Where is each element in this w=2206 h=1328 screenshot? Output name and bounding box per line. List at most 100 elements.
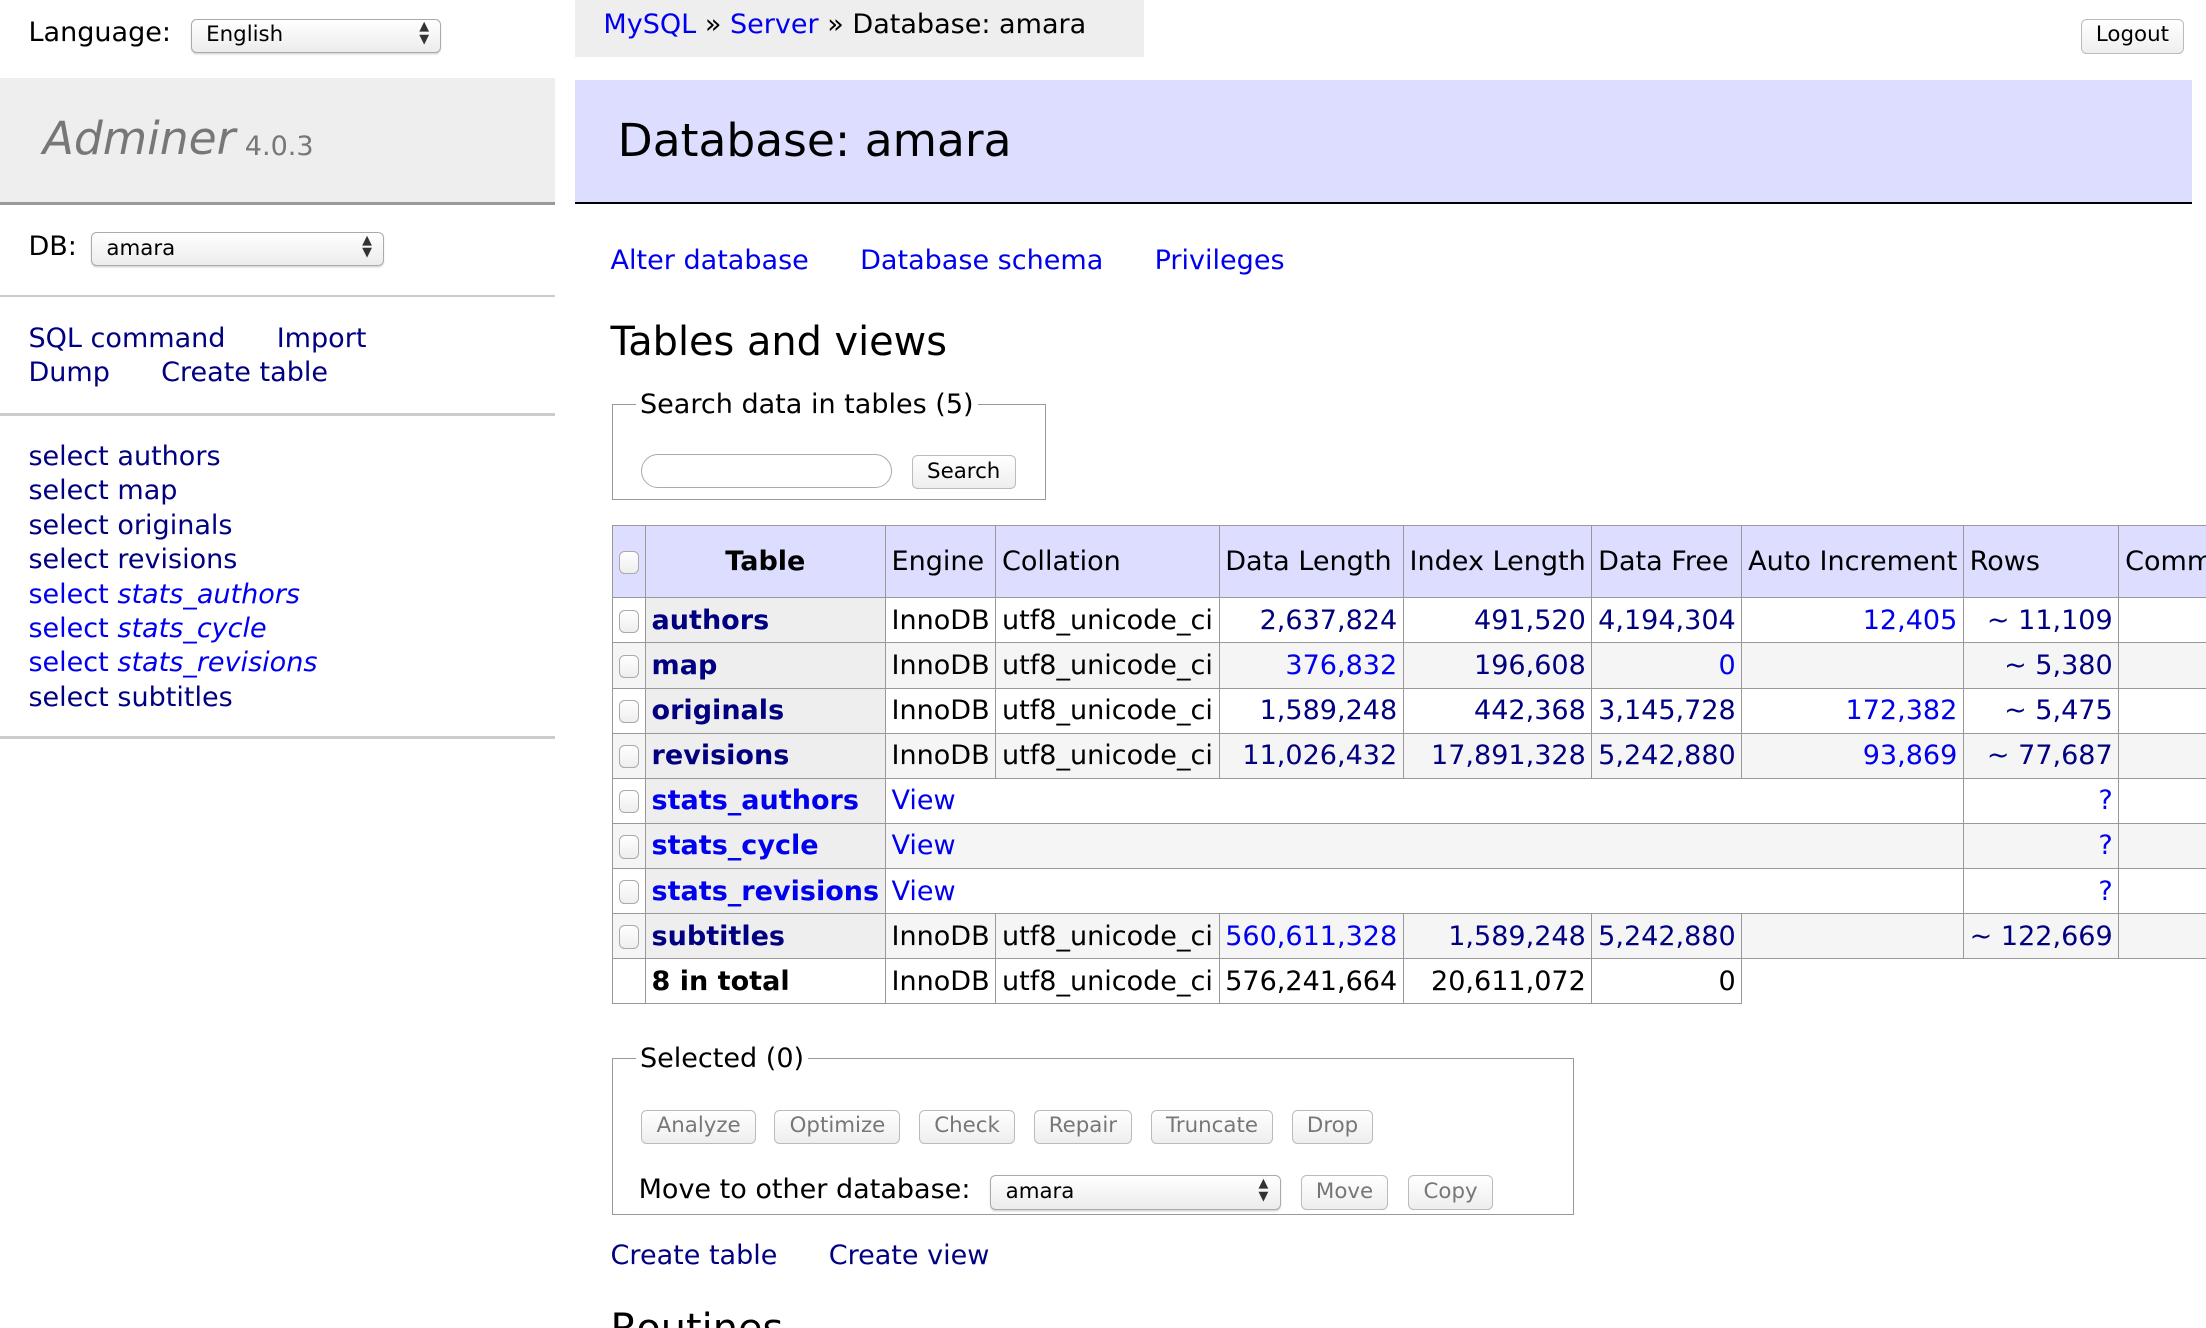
privileges-link[interactable]: Privileges bbox=[1155, 245, 1285, 276]
table-name-cell: stats_cycle bbox=[644, 822, 886, 869]
create-table-link[interactable]: Create table bbox=[611, 1240, 778, 1271]
target-db-value: amara bbox=[1005, 1178, 1075, 1204]
row-checkbox[interactable] bbox=[618, 654, 640, 679]
breadcrumb-mysql[interactable]: MySQL bbox=[603, 9, 696, 40]
logout-button[interactable]: Logout bbox=[2080, 18, 2185, 55]
column-header-index-length[interactable]: Index Length bbox=[1402, 525, 1593, 599]
sql-command-link[interactable]: SQL command bbox=[28, 323, 225, 354]
comment-cell bbox=[2118, 597, 2206, 644]
drop-button[interactable]: Drop bbox=[1291, 1109, 1374, 1145]
auto-increment-link[interactable]: 12,405 bbox=[1863, 605, 1958, 636]
app-name[interactable]: Adminer bbox=[43, 112, 236, 165]
index-length-link[interactable]: 196,608 bbox=[1474, 650, 1586, 681]
data-length-link[interactable]: 2,637,824 bbox=[1260, 605, 1398, 636]
sidebar-select-stats_cycle[interactable]: select stats_cycle bbox=[28, 613, 266, 644]
table-name-link[interactable]: stats_revisions bbox=[652, 876, 880, 907]
language-select[interactable]: English ▲ ▼ bbox=[190, 18, 442, 53]
data-free-link[interactable]: 4,194,304 bbox=[1598, 605, 1736, 636]
dump-link[interactable]: Dump bbox=[28, 357, 109, 388]
index-length-link[interactable]: 17,891,328 bbox=[1431, 740, 1586, 771]
rows-link[interactable]: ~ 122,669 bbox=[1970, 921, 2113, 952]
move-label: Move to other database: bbox=[638, 1173, 971, 1205]
sidebar-select-stats_authors[interactable]: select stats_authors bbox=[28, 579, 300, 610]
analyze-button[interactable]: Analyze bbox=[641, 1109, 756, 1145]
sidebar-select-authors[interactable]: select authors bbox=[28, 441, 220, 472]
view-link[interactable]: View bbox=[892, 785, 956, 816]
database-schema-link[interactable]: Database schema bbox=[860, 245, 1103, 276]
table-name: authors bbox=[117, 440, 221, 472]
create-table-link[interactable]: Create table bbox=[161, 357, 328, 388]
data-free-link[interactable]: 3,145,728 bbox=[1598, 695, 1736, 726]
row-checkbox[interactable] bbox=[618, 609, 640, 634]
row-checkbox[interactable] bbox=[618, 745, 640, 769]
sidebar-select-stats_revisions[interactable]: select stats_revisions bbox=[28, 647, 317, 678]
auto-increment-link[interactable]: 93,869 bbox=[1863, 740, 1958, 771]
data-free-link[interactable]: 0 bbox=[1719, 650, 1736, 681]
index-length-link[interactable]: 442,368 bbox=[1474, 695, 1586, 726]
row-checkbox[interactable] bbox=[618, 880, 640, 904]
rows-link[interactable]: ~ 11,109 bbox=[1987, 605, 2113, 636]
row-checkbox[interactable] bbox=[618, 699, 640, 724]
truncate-button[interactable]: Truncate bbox=[1150, 1109, 1274, 1145]
sidebar-select-subtitles[interactable]: select subtitles bbox=[28, 682, 232, 713]
rows-link[interactable]: ? bbox=[2098, 830, 2112, 861]
column-header-comment[interactable]: Comment bbox=[2118, 525, 2206, 599]
data-free-link[interactable]: 5,242,880 bbox=[1598, 740, 1736, 771]
column-header-auto-increment[interactable]: Auto Increment bbox=[1741, 525, 1964, 599]
move-button[interactable]: Move bbox=[1300, 1175, 1389, 1210]
import-link[interactable]: Import bbox=[277, 323, 367, 354]
auto-increment-cell: 93,869 bbox=[1741, 732, 1964, 779]
table-name-link[interactable]: authors bbox=[652, 605, 770, 636]
table-name-link[interactable]: map bbox=[652, 650, 718, 681]
rows-link[interactable]: ~ 5,475 bbox=[2004, 695, 2113, 726]
rows-link[interactable]: ~ 5,380 bbox=[2004, 650, 2113, 681]
index-length-link[interactable]: 1,589,248 bbox=[1448, 921, 1586, 952]
table-name-link[interactable]: stats_authors bbox=[652, 785, 859, 816]
db-select[interactable]: amara ▲ ▼ bbox=[91, 232, 385, 267]
column-header-rows[interactable]: Rows bbox=[1962, 525, 2120, 599]
index-length-link[interactable]: 491,520 bbox=[1474, 605, 1586, 636]
table-name-link[interactable]: revisions bbox=[652, 740, 790, 771]
row-checkbox[interactable] bbox=[618, 925, 640, 949]
table-name-link[interactable]: subtitles bbox=[652, 921, 785, 952]
data-free-link[interactable]: 5,242,880 bbox=[1598, 921, 1736, 952]
view-link[interactable]: View bbox=[892, 830, 956, 861]
view-link[interactable]: View bbox=[892, 876, 956, 907]
row-checkbox[interactable] bbox=[618, 835, 640, 859]
move-row: Move to other database: amara ▲ ▼ Move Cop… bbox=[639, 1174, 1493, 1210]
rows-link[interactable]: ? bbox=[2098, 785, 2112, 816]
select-all-checkbox[interactable] bbox=[618, 550, 640, 575]
breadcrumb-server[interactable]: Server bbox=[730, 9, 819, 40]
table-name-link[interactable]: originals bbox=[652, 695, 785, 726]
rows-link[interactable]: ? bbox=[2098, 876, 2112, 907]
optimize-button[interactable]: Optimize bbox=[774, 1109, 901, 1145]
sidebar-select-originals[interactable]: select originals bbox=[28, 510, 232, 541]
data-length-link[interactable]: 560,611,328 bbox=[1225, 921, 1397, 952]
column-header-table[interactable]: Table bbox=[644, 525, 886, 599]
copy-button[interactable]: Copy bbox=[1408, 1175, 1493, 1210]
column-header-data-free[interactable]: Data Free bbox=[1591, 525, 1743, 599]
column-header-engine[interactable]: Engine bbox=[884, 525, 997, 599]
rows-link[interactable]: ~ 77,687 bbox=[1987, 740, 2113, 771]
table-row: subtitles InnoDB utf8_unicode_ci 560,611,32… bbox=[611, 913, 2206, 960]
auto-increment-cell: 12,405 bbox=[1741, 597, 1964, 644]
sidebar-select-revisions[interactable]: select revisions bbox=[28, 544, 237, 575]
column-header-data-length[interactable]: Data Length bbox=[1218, 525, 1404, 599]
column-header-collation[interactable]: Collation bbox=[995, 525, 1220, 599]
data-length-link[interactable]: 11,026,432 bbox=[1242, 740, 1397, 771]
auto-increment-link[interactable]: 172,382 bbox=[1846, 695, 1958, 726]
check-button[interactable]: Check bbox=[918, 1109, 1016, 1145]
alter-database-link[interactable]: Alter database bbox=[611, 245, 809, 276]
search-input[interactable] bbox=[641, 453, 892, 488]
sidebar-select-map[interactable]: select map bbox=[28, 475, 177, 506]
row-checkbox[interactable] bbox=[618, 790, 640, 814]
repair-button[interactable]: Repair bbox=[1033, 1109, 1133, 1145]
data-length-link[interactable]: 376,832 bbox=[1285, 650, 1397, 681]
search-button[interactable]: Search bbox=[911, 455, 1016, 490]
create-view-link[interactable]: Create view bbox=[829, 1240, 990, 1271]
total-label: 8 in total bbox=[644, 958, 886, 1005]
target-db-select[interactable]: amara ▲ ▼ bbox=[990, 1175, 1281, 1210]
data-length-link[interactable]: 1,589,248 bbox=[1260, 695, 1398, 726]
data-free-cell: 5,242,880 bbox=[1591, 732, 1743, 779]
table-name-link[interactable]: stats_cycle bbox=[652, 830, 819, 861]
